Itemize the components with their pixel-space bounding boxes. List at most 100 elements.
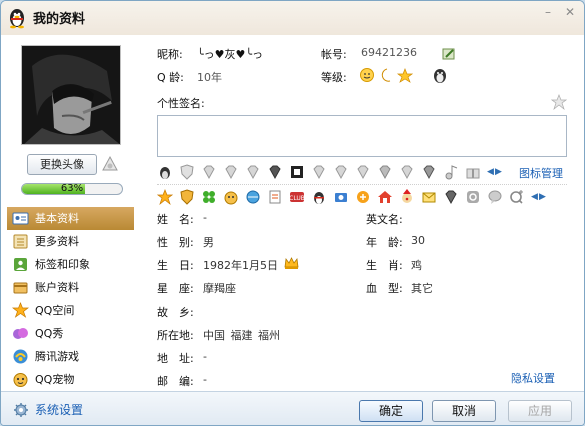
scroll-right-arrow[interactable]: ▶ bbox=[539, 192, 547, 202]
penguin-level-icon bbox=[434, 69, 446, 83]
shield-icon[interactable] bbox=[179, 164, 195, 180]
star-icon[interactable] bbox=[157, 189, 173, 205]
diamond-icon[interactable] bbox=[223, 164, 239, 180]
zodiac-label: 生 肖: bbox=[366, 259, 403, 272]
penguin-icon[interactable] bbox=[157, 164, 173, 180]
gift-icon[interactable] bbox=[465, 164, 481, 180]
separator bbox=[157, 184, 567, 185]
id-card-icon bbox=[12, 212, 29, 225]
pet-icon[interactable] bbox=[223, 189, 239, 205]
list-icon bbox=[13, 234, 28, 249]
minimize-button[interactable]: – bbox=[539, 5, 557, 19]
game-icon bbox=[13, 349, 28, 364]
zodiac-value: 鸡 bbox=[411, 259, 422, 272]
diamond-icon[interactable] bbox=[245, 164, 261, 180]
sidebar-item-label: 更多资料 bbox=[35, 235, 79, 248]
postcode-value: - bbox=[203, 373, 207, 386]
ok-button[interactable]: 确定 bbox=[359, 400, 423, 422]
clover-icon[interactable] bbox=[201, 189, 217, 205]
sidebar: 更换头像 63% 基本资料更多资料标签和印象账户资料 QQ空间 QQ秀 腾讯游戏 QQ宠… bbox=[1, 35, 139, 391]
diamond-icon[interactable] bbox=[355, 164, 371, 180]
diamond-icon[interactable] bbox=[443, 189, 459, 205]
icon-row-apps: CLUB ◀ ▶ bbox=[157, 188, 547, 206]
profile-completion-bar: 63% bbox=[21, 183, 123, 195]
scroll-left-arrow[interactable]: ◀ bbox=[531, 192, 539, 202]
title-bar[interactable]: 我的资料 – ✕ bbox=[1, 1, 584, 35]
postcode-label: 邮 编: bbox=[157, 375, 194, 388]
birthday-value: 1982年1月5日 bbox=[203, 259, 278, 272]
sidebar-item-label: QQ空间 bbox=[35, 304, 75, 317]
page-icon[interactable] bbox=[267, 189, 283, 205]
svg-text:CLUB: CLUB bbox=[289, 195, 305, 202]
privacy-settings-link[interactable]: 隐私设置 bbox=[511, 370, 555, 386]
chat-bubble-icon[interactable] bbox=[487, 189, 503, 205]
english-name-label: 英文名: bbox=[366, 213, 403, 226]
window-title: 我的资料 bbox=[33, 12, 86, 27]
mail-icon[interactable] bbox=[421, 189, 437, 205]
edit-account-icon[interactable] bbox=[442, 47, 456, 61]
account-icon bbox=[13, 282, 28, 294]
penguin-icon[interactable] bbox=[311, 189, 327, 205]
avatar-settings-icon[interactable] bbox=[101, 155, 119, 173]
age-label: 年 龄: bbox=[366, 236, 403, 249]
sidebar-item-0[interactable]: 基本资料 bbox=[7, 207, 134, 230]
nickname-label: 昵称: bbox=[157, 48, 183, 61]
qq-plus-icon[interactable] bbox=[509, 189, 525, 205]
camera-icon[interactable] bbox=[333, 189, 349, 205]
gender-label: 性 别: bbox=[157, 236, 194, 249]
q-age-value: 10年 bbox=[197, 71, 222, 84]
club-icon[interactable]: CLUB bbox=[289, 189, 305, 205]
cancel-button[interactable]: 取消 bbox=[432, 400, 496, 422]
diamond-icon[interactable] bbox=[377, 164, 393, 180]
gender-value: 男 bbox=[203, 236, 214, 249]
avatar[interactable] bbox=[21, 45, 121, 145]
icon-manage-link[interactable]: 图标管理 bbox=[519, 165, 563, 181]
diamond-icon[interactable] bbox=[311, 164, 327, 180]
browser-icon[interactable] bbox=[245, 189, 261, 205]
blood-type-value: 其它 bbox=[411, 282, 433, 295]
sidebar-item-4[interactable]: QQ空间 bbox=[7, 299, 134, 322]
profile-completion-text: 63% bbox=[60, 183, 84, 194]
diamond-icon[interactable] bbox=[421, 164, 437, 180]
sidebar-item-6[interactable]: 腾讯游戏 bbox=[7, 345, 134, 368]
sidebar-item-3[interactable]: 账户资料 bbox=[7, 276, 134, 299]
q-badge-icon[interactable] bbox=[465, 189, 481, 205]
system-settings-label: 系统设置 bbox=[35, 403, 84, 417]
nickname-value[interactable]: ╰っ♥灰♥╰っ bbox=[197, 46, 263, 62]
shield-icon[interactable] bbox=[179, 189, 195, 205]
sidebar-item-label: QQ宠物 bbox=[35, 373, 75, 386]
sidebar-item-label: 标签和印象 bbox=[35, 258, 90, 271]
tag-icon bbox=[14, 258, 27, 271]
apply-button[interactable]: 应用 bbox=[508, 400, 572, 422]
signature-history-icon[interactable] bbox=[551, 94, 567, 110]
diamond-icon[interactable] bbox=[267, 164, 283, 180]
sidebar-item-1[interactable]: 更多资料 bbox=[7, 230, 134, 253]
main-panel: 昵称: ╰っ♥灰♥╰っ 帐号: 69421236 Q 龄: 10年 等级: 个性… bbox=[139, 35, 584, 391]
card-icon[interactable] bbox=[289, 164, 305, 180]
clown-icon[interactable] bbox=[399, 189, 415, 205]
sidebar-item-label: 账户资料 bbox=[35, 281, 79, 294]
sidebar-item-2[interactable]: 标签和印象 bbox=[7, 253, 134, 276]
diamond-icon[interactable] bbox=[201, 164, 217, 180]
house-icon[interactable] bbox=[377, 189, 393, 205]
account-value: 69421236 bbox=[361, 46, 417, 59]
sidebar-item-7[interactable]: QQ宠物 bbox=[7, 368, 134, 391]
system-settings-link[interactable]: 系统设置 bbox=[13, 401, 83, 419]
music-icon[interactable] bbox=[443, 164, 459, 180]
signature-input[interactable] bbox=[157, 115, 567, 157]
hometown-label: 故 乡: bbox=[157, 306, 194, 319]
diamond-icon[interactable] bbox=[399, 164, 415, 180]
game-icon[interactable] bbox=[355, 189, 371, 205]
q-age-label: Q 龄: bbox=[157, 71, 184, 84]
address-label: 地 址: bbox=[157, 352, 194, 365]
level-icons[interactable] bbox=[359, 67, 413, 83]
crown-icon[interactable] bbox=[284, 256, 299, 270]
change-avatar-button[interactable]: 更换头像 bbox=[27, 154, 97, 175]
close-button[interactable]: ✕ bbox=[561, 5, 579, 19]
diamond-icon[interactable] bbox=[333, 164, 349, 180]
level-label: 等级: bbox=[321, 71, 347, 84]
sidebar-item-5[interactable]: QQ秀 bbox=[7, 322, 134, 345]
scroll-left-arrow[interactable]: ◀ bbox=[487, 167, 495, 177]
scroll-right-arrow[interactable]: ▶ bbox=[495, 167, 503, 177]
profile-window: 我的资料 – ✕ 更换头像 63% 基本资料更多资料标签和印象账户资料 QQ空间 bbox=[0, 0, 585, 426]
